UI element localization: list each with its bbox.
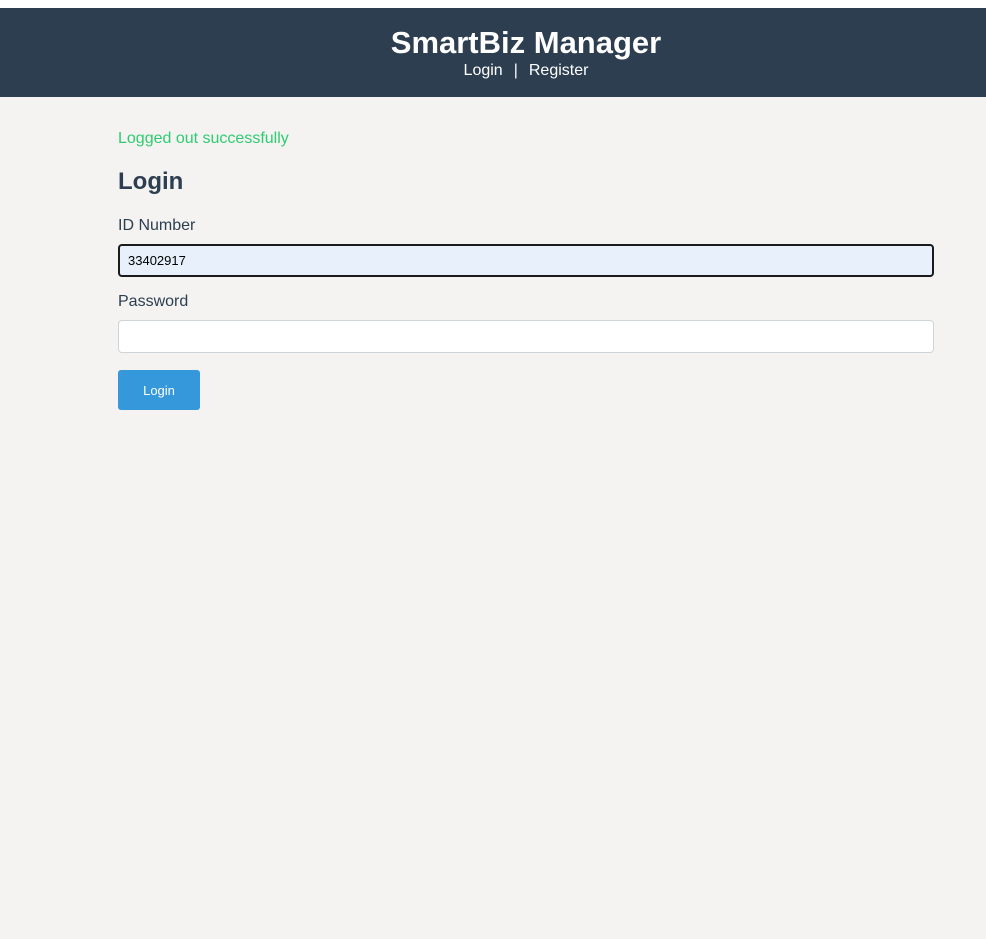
nav-register-link[interactable]: Register bbox=[529, 62, 589, 79]
header-nav: Login | Register bbox=[0, 61, 986, 81]
login-button[interactable]: Login bbox=[118, 370, 200, 410]
flash-message: Logged out successfully bbox=[118, 130, 289, 147]
nav-separator: | bbox=[513, 62, 518, 79]
password-input[interactable] bbox=[118, 320, 934, 353]
id-number-input[interactable] bbox=[118, 244, 934, 277]
password-label: Password bbox=[118, 293, 189, 310]
id-number-label: ID Number bbox=[118, 217, 196, 234]
top-strip bbox=[0, 0, 986, 8]
brand-title: SmartBiz Manager bbox=[390, 25, 662, 60]
nav-login-link[interactable]: Login bbox=[464, 62, 503, 79]
login-heading: Login bbox=[118, 168, 184, 195]
site-header: SmartBiz Manager Login | Register bbox=[0, 8, 986, 97]
